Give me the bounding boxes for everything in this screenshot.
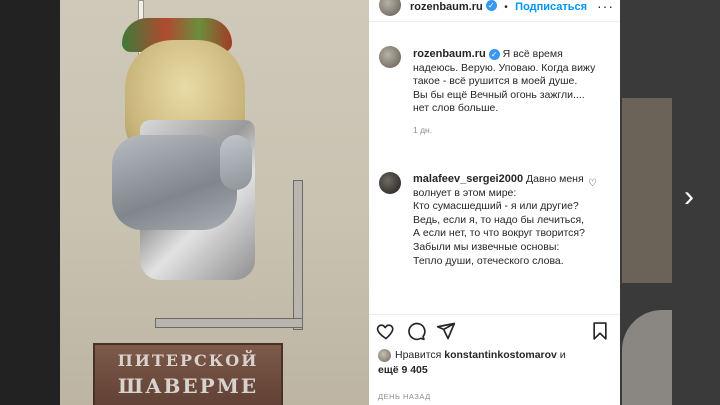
caption-username[interactable]: rozenbaum.ru (413, 48, 486, 60)
sculpted-hand (112, 135, 237, 230)
comment-line-5: Забыли мы извечные основы: (413, 240, 560, 253)
caption-time[interactable]: 1 дн. (413, 124, 603, 138)
comment-line-4: А если нет, то что вокруг творится? (413, 227, 585, 240)
likes-count[interactable]: ещё 9 405 (378, 364, 428, 376)
follow-button[interactable]: Подписаться (515, 1, 587, 13)
comment-bubble-icon[interactable] (406, 321, 426, 341)
paper-plane-icon[interactable] (436, 321, 456, 341)
commenter-avatar[interactable] (379, 172, 401, 194)
comments-list[interactable]: rozenbaum.ru ✓ Я всё время надеюсь. Верую… (369, 22, 620, 314)
post-actions: Нравится konstantinkostomarov и ещё 9 40… (369, 314, 620, 405)
sculpted-thumb (220, 135, 252, 190)
caption: rozenbaum.ru ✓ Я всё время надеюсь. Верую… (413, 48, 603, 138)
memorial-plaque: ПИТЕРСКОЙ ШАВЕРМЕ (93, 343, 283, 405)
bookmark-icon[interactable] (590, 321, 610, 341)
next-post-preview[interactable] (622, 98, 672, 283)
more-options-icon[interactable]: ··· (597, 0, 614, 14)
heart-icon[interactable] (376, 321, 396, 341)
comment-first-line: malafeev_sergei2000 Давно меня волнует в… (413, 173, 588, 200)
modal-backdrop-left[interactable] (0, 0, 60, 405)
header-username[interactable]: rozenbaum.ru (410, 1, 483, 13)
metal-bracket-vertical (293, 180, 303, 330)
caption-text-2: Вы бы ещё Вечный огонь зажгли.... нет сл… (413, 88, 585, 115)
liker-avatar (378, 348, 391, 362)
post-photo[interactable]: ПИТЕРСКОЙ ШАВЕРМЕ (60, 0, 369, 405)
likes-connector: и (559, 349, 566, 361)
commenter-username[interactable]: malafeev_sergei2000 (413, 173, 523, 185)
liker-username[interactable]: konstantinkostomarov (444, 349, 557, 361)
likes-summary: Нравится konstantinkostomarov и ещё 9 40… (378, 348, 613, 378)
post-side-panel: rozenbaum.ru ✓ • Подписаться ··· rozenbau… (369, 0, 620, 405)
verified-badge-icon: ✓ (485, 0, 497, 12)
post-header: rozenbaum.ru ✓ • Подписаться ··· (369, 0, 620, 22)
comment-line-3: Ведь, если я, то надо бы лечиться, (413, 213, 585, 226)
metal-bracket-horizontal (155, 318, 303, 328)
comment-item: malafeev_sergei2000 Давно меня волнует в… (413, 173, 588, 268)
verified-badge-icon: ✓ (488, 48, 500, 60)
header-author-line: rozenbaum.ru ✓ • Подписаться (410, 0, 587, 15)
comment-line-2: Кто сумасшедший - я или другие? (413, 200, 579, 213)
chevron-right-icon[interactable]: › (676, 180, 702, 214)
caption-line-1: rozenbaum.ru ✓ Я всё время надеюсь. Верую… (413, 48, 603, 89)
likes-prefix: Нравится (395, 349, 442, 361)
header-separator: • (504, 2, 508, 13)
caption-author-avatar[interactable] (379, 46, 401, 68)
author-avatar[interactable] (379, 0, 401, 16)
plaque-line-1: ПИТЕРСКОЙ (117, 351, 259, 370)
comment-line-6: Тепло души, отеческого слова. (413, 254, 564, 267)
plaque-line-2: ШАВЕРМЕ (117, 374, 259, 398)
comment-like-heart-icon[interactable]: ♡ (588, 178, 597, 189)
post-timestamp[interactable]: ДЕНЬ НАЗАД (378, 392, 431, 401)
